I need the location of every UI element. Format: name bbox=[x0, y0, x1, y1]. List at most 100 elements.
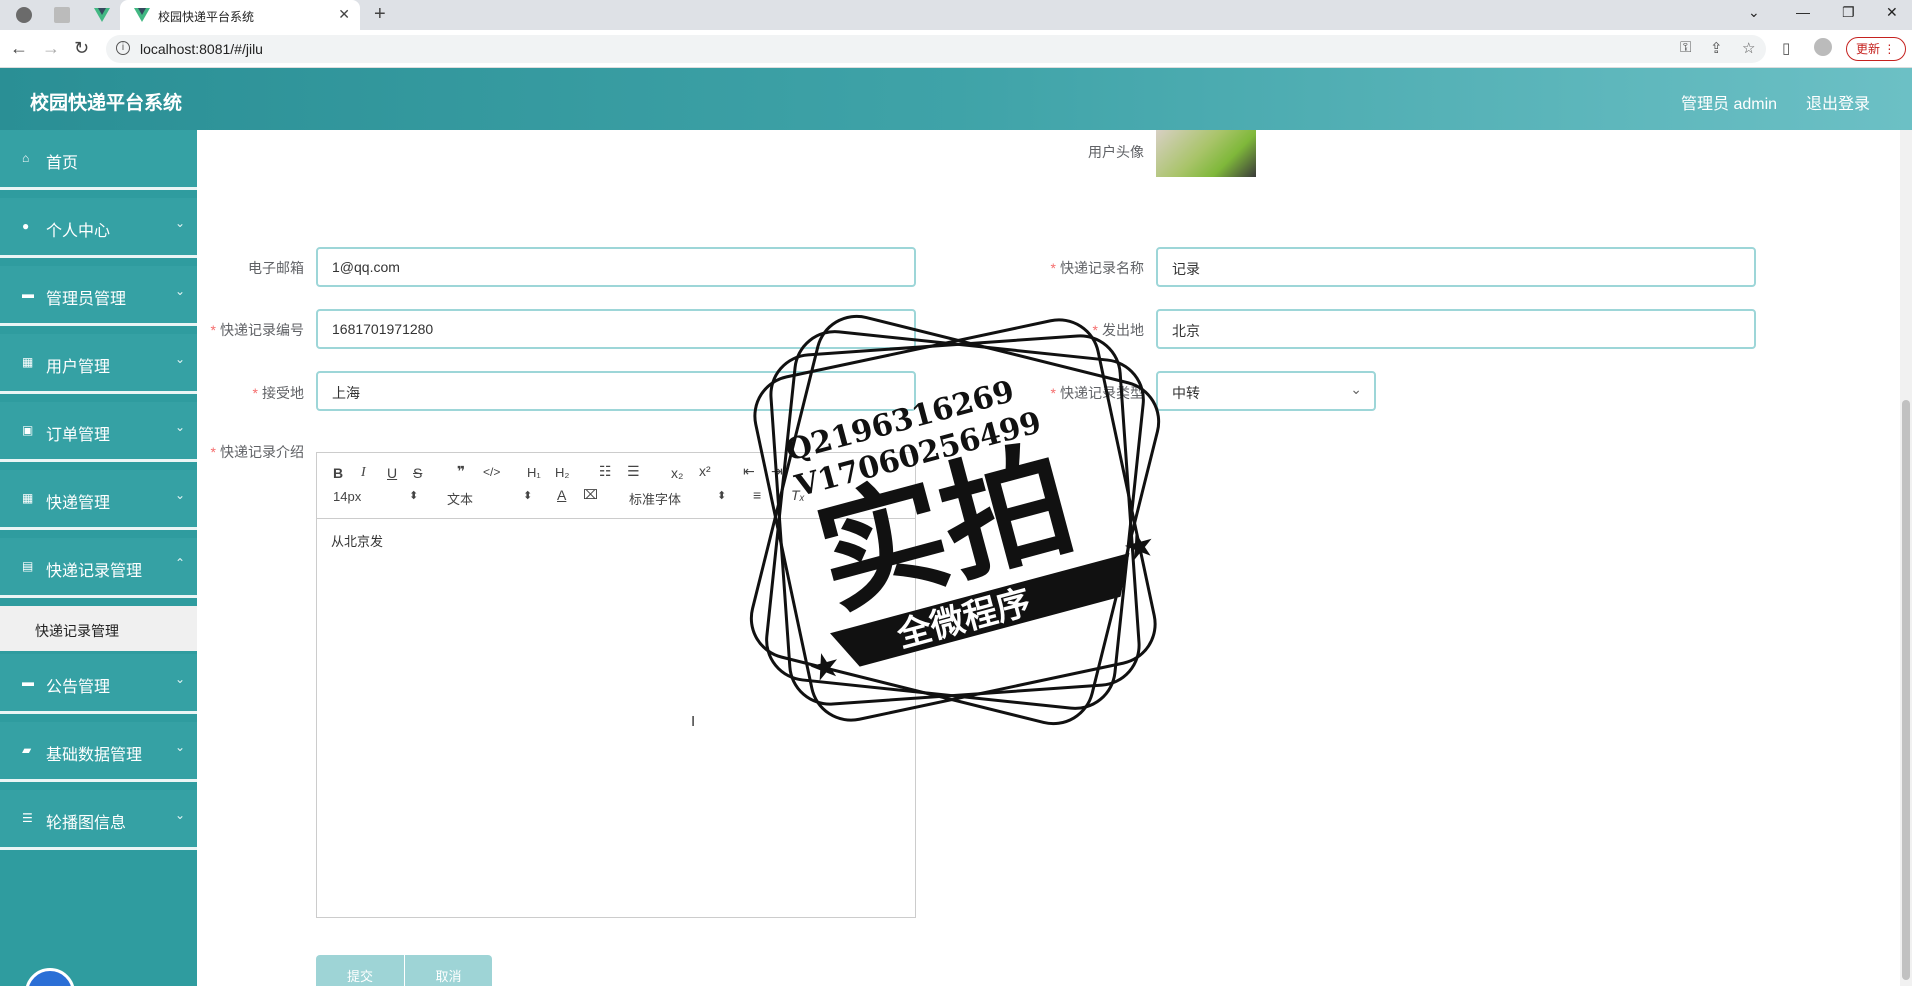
superscript-icon[interactable]: x² bbox=[699, 463, 711, 479]
italic-icon[interactable]: I bbox=[361, 465, 366, 481]
sidebar-item-express-record-management[interactable]: ▤ 快递记录管理 ⌃ bbox=[0, 538, 197, 598]
chevron-updown-icon: ⬍ bbox=[523, 490, 533, 502]
background-color-icon[interactable]: ⌧ bbox=[583, 487, 598, 503]
profile-icon[interactable] bbox=[1814, 38, 1832, 56]
record-name-field[interactable]: 记录 bbox=[1156, 247, 1756, 287]
sidebar-item-label: 轮播图信息 bbox=[46, 815, 127, 832]
dest-label: * 接受地 bbox=[252, 385, 304, 401]
chevron-updown-icon: ⬍ bbox=[409, 490, 419, 502]
chevron-down-icon: ⌄ bbox=[174, 284, 185, 298]
chat-icon: ▬ bbox=[22, 287, 34, 301]
close-tab-icon[interactable]: ✕ bbox=[338, 6, 350, 23]
chevron-down-icon: ⌄ bbox=[1350, 381, 1362, 397]
record-no-label-text: 快递记录编号 bbox=[220, 322, 304, 338]
sidebar-item-home[interactable]: ⌂ 首页 bbox=[0, 130, 197, 190]
reload-icon[interactable]: ↻ bbox=[74, 38, 89, 59]
sidebar-item-announcement-management[interactable]: ▬ 公告管理 ⌄ bbox=[0, 654, 197, 714]
sidebar-item-order-management[interactable]: ▣ 订单管理 ⌄ bbox=[0, 402, 197, 462]
sidepanel-icon[interactable]: ▯ bbox=[1782, 39, 1790, 57]
grid-icon: ▦ bbox=[22, 491, 34, 505]
bullet-list-icon[interactable]: ☰ bbox=[627, 463, 640, 480]
share-icon[interactable]: ⇪ bbox=[1710, 39, 1723, 57]
chevron-down-icon: ⌄ bbox=[174, 488, 185, 502]
submit-button[interactable]: 提交 bbox=[316, 955, 404, 986]
sidebar-item-label: 快递管理 bbox=[46, 495, 111, 512]
url-field[interactable]: i localhost:8081/#/jilu bbox=[106, 35, 1766, 63]
chevron-down-icon[interactable]: ⌄ bbox=[1748, 4, 1760, 21]
font-family-value: 标准字体 bbox=[629, 492, 682, 507]
browser-tab-bar: 校园快递平台系统 ✕ + ⌄ — ❐ ✕ bbox=[0, 0, 1912, 30]
update-label: 更新 bbox=[1856, 42, 1881, 56]
font-family-select[interactable]: 标准字体 bbox=[629, 489, 681, 508]
chevron-down-icon: ⌄ bbox=[174, 420, 185, 434]
logout-link[interactable]: 退出登录 bbox=[1806, 90, 1870, 114]
block-format-value: 文本 bbox=[447, 492, 474, 507]
vue-icon bbox=[134, 7, 150, 26]
email-label-text: 电子邮箱 bbox=[248, 260, 304, 276]
bold-icon[interactable]: B bbox=[333, 465, 343, 481]
origin-field[interactable]: 北京 bbox=[1156, 309, 1756, 349]
chevron-down-icon: ⌄ bbox=[174, 740, 185, 754]
subscript-icon[interactable]: x₂ bbox=[671, 465, 683, 481]
sidebar-item-label: 订单管理 bbox=[46, 427, 111, 444]
chevron-down-icon: ⌄ bbox=[174, 808, 185, 822]
quote-icon[interactable]: ❞ bbox=[457, 463, 465, 480]
chevron-up-icon: ⌃ bbox=[174, 556, 185, 570]
intro-label: * 快递记录介绍 bbox=[210, 444, 304, 460]
restore-icon[interactable]: ❐ bbox=[1842, 4, 1855, 21]
code-icon[interactable]: </> bbox=[483, 465, 500, 479]
grid-icon: ▦ bbox=[22, 355, 34, 369]
sidebar-item-express-management[interactable]: ▦ 快递管理 ⌄ bbox=[0, 470, 197, 530]
sidebar-item-label: 用户管理 bbox=[46, 359, 111, 376]
sidebar-item-admin-management[interactable]: ▬ 管理员管理 ⌄ bbox=[0, 266, 197, 326]
admin-label: 管理员 admin bbox=[1681, 96, 1778, 113]
email-label: 电子邮箱 bbox=[200, 258, 304, 278]
dest-label-text: 接受地 bbox=[262, 385, 304, 401]
ordered-list-icon[interactable]: ☷ bbox=[599, 463, 612, 480]
info-icon[interactable]: i bbox=[116, 41, 130, 55]
address-bar: ← → ↻ i localhost:8081/#/jilu ⚿ ⇪ ☆ ▯ 更新… bbox=[0, 30, 1912, 68]
sidebar-item-basic-data-management[interactable]: ▰ 基础数据管理 ⌄ bbox=[0, 722, 197, 782]
user-avatar bbox=[1156, 130, 1256, 177]
sidebar-item-carousel-info[interactable]: ☰ 轮播图信息 ⌄ bbox=[0, 790, 197, 850]
cancel-button[interactable]: 取消 bbox=[404, 955, 492, 986]
update-button[interactable]: 更新 ⋮ bbox=[1846, 37, 1906, 61]
new-tab-button[interactable]: + bbox=[374, 3, 386, 26]
h2-icon[interactable]: H₂ bbox=[555, 465, 569, 480]
sidebar-item-label: 快递记录管理 bbox=[46, 563, 143, 580]
document-icon: ▤ bbox=[22, 559, 34, 573]
back-icon[interactable]: ← bbox=[10, 38, 28, 59]
block-format-select[interactable]: 文本 bbox=[447, 489, 473, 508]
app-title: 校园快递平台系统 bbox=[30, 93, 183, 114]
star-icon[interactable]: ☆ bbox=[1742, 39, 1755, 57]
close-window-icon[interactable]: ✕ bbox=[1886, 4, 1898, 21]
minimize-icon[interactable]: — bbox=[1796, 4, 1810, 20]
active-tab[interactable]: 校园快递平台系统 ✕ bbox=[120, 0, 360, 30]
sidebar-subitem-express-record-management[interactable]: 快递记录管理 bbox=[0, 606, 197, 651]
font-color-icon[interactable]: A bbox=[557, 487, 566, 503]
editor-content[interactable]: 从北京发 bbox=[331, 531, 383, 550]
printer-icon: ▬ bbox=[22, 675, 34, 689]
sidebar-item-user-management[interactable]: ▦ 用户管理 ⌄ bbox=[0, 334, 197, 394]
page-scrollbar[interactable] bbox=[1900, 130, 1912, 986]
email-field[interactable]: 1@qq.com bbox=[316, 247, 916, 287]
key-icon[interactable]: ⚿ bbox=[1680, 39, 1691, 56]
sidebar-item-label: 首页 bbox=[46, 155, 79, 172]
globe-icon[interactable] bbox=[16, 7, 32, 23]
font-size-select[interactable]: 14px bbox=[333, 489, 361, 504]
underline-icon[interactable]: U bbox=[387, 465, 397, 481]
chevron-down-icon: ⌄ bbox=[174, 216, 185, 230]
page-icon[interactable] bbox=[54, 7, 70, 23]
h1-icon[interactable]: H₁ bbox=[527, 465, 541, 480]
watermark-stamp: Q2196316269 V17060256499 实拍 全微程序 ★ ★ bbox=[749, 314, 1161, 726]
chevron-down-icon: ⌄ bbox=[174, 352, 185, 366]
vue-icon[interactable] bbox=[94, 7, 110, 23]
strike-icon[interactable]: S bbox=[413, 465, 422, 481]
sidebar-item-personal-center[interactable]: ● 个人中心 ⌄ bbox=[0, 198, 197, 258]
sidebar: ⌂ 首页 ● 个人中心 ⌄ ▬ 管理员管理 ⌄ ▦ 用户管理 ⌄ ▣ 订单管理 … bbox=[0, 130, 197, 986]
forward-icon[interactable]: → bbox=[42, 38, 60, 59]
scrollbar-thumb[interactable] bbox=[1902, 400, 1910, 980]
user-icon: ● bbox=[22, 219, 30, 233]
chevron-down-icon: ⌄ bbox=[174, 672, 185, 686]
ticket-icon: ▰ bbox=[22, 743, 32, 757]
